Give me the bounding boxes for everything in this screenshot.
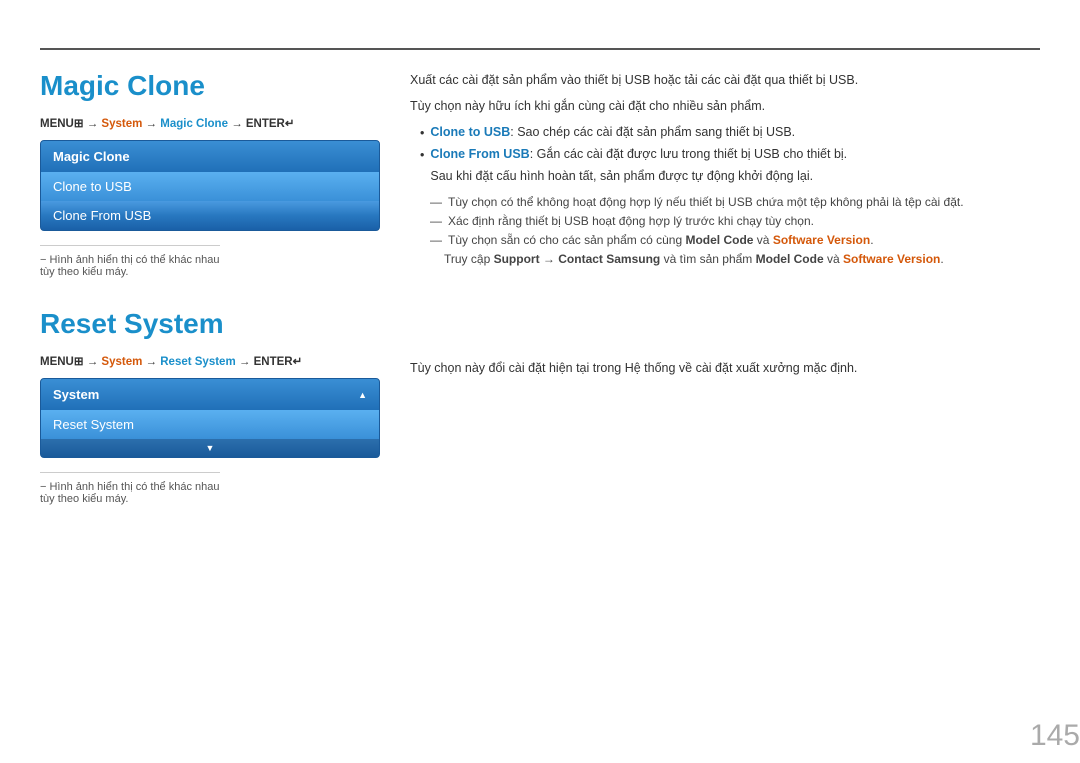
reset-menu-enter: ENTER xyxy=(254,356,293,368)
dash-item-3: ― Tùy chọn sẵn có cho các sản phẩm có cù… xyxy=(430,231,1040,250)
page-content: Magic Clone MENU⊞ → System → Magic Clone… xyxy=(40,60,1040,723)
bullet1-content: Clone to USB: Sao chép các cài đặt sản p… xyxy=(430,122,795,144)
dash4-support: Support xyxy=(494,252,540,266)
bullet1-text: : Sao chép các cài đặt sản phẩm sang thi… xyxy=(510,125,795,139)
magic-clone-ui-box: Magic Clone Clone to USB Clone From USB xyxy=(40,140,380,231)
magic-clone-desc1: Xuất các cài đặt sản phẩm vào thiết bị U… xyxy=(410,70,1040,90)
bullet-list: • Clone to USB: Sao chép các cài đặt sản… xyxy=(420,122,1040,187)
reset-system-footnote-area: − Hình ảnh hiển thị có thể khác nhau tùy… xyxy=(40,472,220,505)
dash-item-4: Truy cập Support → Contact Samsung và tì… xyxy=(444,250,1040,269)
magic-clone-footnote-area: − Hình ảnh hiển thị có thể khác nhau tùy… xyxy=(40,245,220,278)
menu-sep1: → xyxy=(87,118,102,130)
dash2-text: Xác định rằng thiết bị USB hoạt động hợp… xyxy=(448,212,814,231)
clone-to-usb-item[interactable]: Clone to USB xyxy=(41,172,379,201)
bullet-dot-2: • xyxy=(420,145,424,187)
arrow-down-area: ▼ xyxy=(41,439,379,457)
bullet-dot-1: • xyxy=(420,123,424,144)
arrow-up-icon: ▲ xyxy=(358,390,367,400)
reset-menu-prefix: MENU xyxy=(40,356,74,368)
reset-system-right: Tùy chọn này đổi cài đặt hiện tại trong … xyxy=(410,308,1040,505)
menu-enter-icon: ↵ xyxy=(285,118,295,130)
bullet2-text: : Gắn các cài đặt được lưu trong thiết b… xyxy=(530,147,847,161)
reset-system-box-header: System ▲ xyxy=(41,379,379,410)
clone-to-usb-label: Clone to USB xyxy=(430,125,510,139)
dash4-suffix: . xyxy=(940,252,943,266)
clone-from-usb-item[interactable]: Clone From USB xyxy=(41,201,379,230)
reset-menu-sep1: → xyxy=(87,356,102,368)
dash-sym-2: ― xyxy=(430,212,442,231)
dash-item-1: ― Tùy chọn có thể không hoạt động hợp lý… xyxy=(430,193,1040,212)
reset-menu-reset: Reset System xyxy=(160,356,235,368)
reset-menu-icon: ⊞ xyxy=(74,356,84,368)
magic-clone-footnote: − Hình ảnh hiển thị có thể khác nhau tùy… xyxy=(40,254,220,278)
reset-menu-sep2: → xyxy=(146,356,161,368)
menu-sep2: → xyxy=(146,118,161,130)
reset-system-left: Reset System MENU⊞ → System → Reset Syst… xyxy=(40,308,380,505)
reset-system-ui-box: System ▲ Reset System ▼ xyxy=(40,378,380,458)
menu-enter: ENTER xyxy=(246,118,285,130)
dash4-mid: và tìm sản phẩm xyxy=(660,252,755,266)
dash-sym-1: ― xyxy=(430,193,442,212)
menu-prefix: MENU xyxy=(40,118,74,130)
clone-from-usb-label: Clone From USB xyxy=(430,147,529,161)
magic-clone-section: Magic Clone MENU⊞ → System → Magic Clone… xyxy=(40,70,1040,278)
reset-menu-system: System xyxy=(101,356,142,368)
bullet-item-2: • Clone From USB: Gắn các cài đặt được l… xyxy=(420,144,1040,187)
magic-clone-desc2: Tùy chọn này hữu ích khi gắn cùng cài đặ… xyxy=(410,96,1040,116)
dash1-text: Tùy chọn có thể không hoạt động hợp lý n… xyxy=(448,193,964,212)
magic-clone-left: Magic Clone MENU⊞ → System → Magic Clone… xyxy=(40,70,380,278)
dash4-prefix: Truy cập xyxy=(444,252,494,266)
reset-system-title: Reset System xyxy=(40,308,380,340)
dash-list: ― Tùy chọn có thể không hoạt động hợp lý… xyxy=(430,193,1040,270)
dash4-arrow: → xyxy=(540,252,559,266)
bullet2-content: Clone From USB: Gắn các cài đặt được lưu… xyxy=(430,144,847,187)
dash-sym-3: ― xyxy=(430,231,442,250)
magic-clone-menu-path: MENU⊞ → System → Magic Clone → ENTER↵ xyxy=(40,116,380,130)
magic-clone-right: Xuất các cài đặt sản phẩm vào thiết bị U… xyxy=(410,70,1040,278)
dash3-prefix: Tùy chọn sẵn có cho các sản phẩm có cùng xyxy=(448,233,685,247)
magic-clone-box-header: Magic Clone xyxy=(41,141,379,172)
menu-system: System xyxy=(101,118,142,130)
dash-item-2: ― Xác định rằng thiết bị USB hoạt động h… xyxy=(430,212,1040,231)
reset-system-footnote: − Hình ảnh hiển thị có thể khác nhau tùy… xyxy=(40,481,220,505)
bullet-item-1: • Clone to USB: Sao chép các cài đặt sản… xyxy=(420,122,1040,144)
dash4-contact: Contact Samsung xyxy=(558,252,660,266)
menu-clone: Magic Clone xyxy=(160,118,228,130)
dash4-content: Truy cập Support → Contact Samsung và tì… xyxy=(444,250,944,269)
menu-icon: ⊞ xyxy=(74,118,84,130)
reset-system-menu-path: MENU⊞ → System → Reset System → ENTER↵ xyxy=(40,354,380,368)
dash3-suffix: . xyxy=(870,233,873,247)
magic-clone-title: Magic Clone xyxy=(40,70,380,102)
reset-menu-sep3: → xyxy=(239,356,254,368)
dash3-software: Software Version xyxy=(773,233,870,247)
page-number: 145 xyxy=(1030,719,1080,753)
dash3-mid: và xyxy=(753,233,772,247)
dash3-content: Tùy chọn sẵn có cho các sản phẩm có cùng… xyxy=(448,231,874,250)
reset-system-section: Reset System MENU⊞ → System → Reset Syst… xyxy=(40,308,1040,505)
dash4-model: Model Code xyxy=(756,252,824,266)
top-divider xyxy=(40,48,1040,50)
reset-menu-enter-icon: ↵ xyxy=(293,356,303,368)
reset-box-header-label: System xyxy=(53,387,99,402)
menu-sep3: → xyxy=(231,118,246,130)
reset-system-desc: Tùy chọn này đổi cài đặt hiện tại trong … xyxy=(410,358,1040,378)
reset-system-item[interactable]: Reset System xyxy=(41,410,379,439)
bullet2-sub: Sau khi đặt cấu hình hoàn tất, sản phẩm … xyxy=(430,169,813,183)
arrow-down-icon: ▼ xyxy=(206,443,215,453)
dash4-software: Software Version xyxy=(843,252,940,266)
dash3-model: Model Code xyxy=(685,233,753,247)
dash4-and: và xyxy=(824,252,843,266)
